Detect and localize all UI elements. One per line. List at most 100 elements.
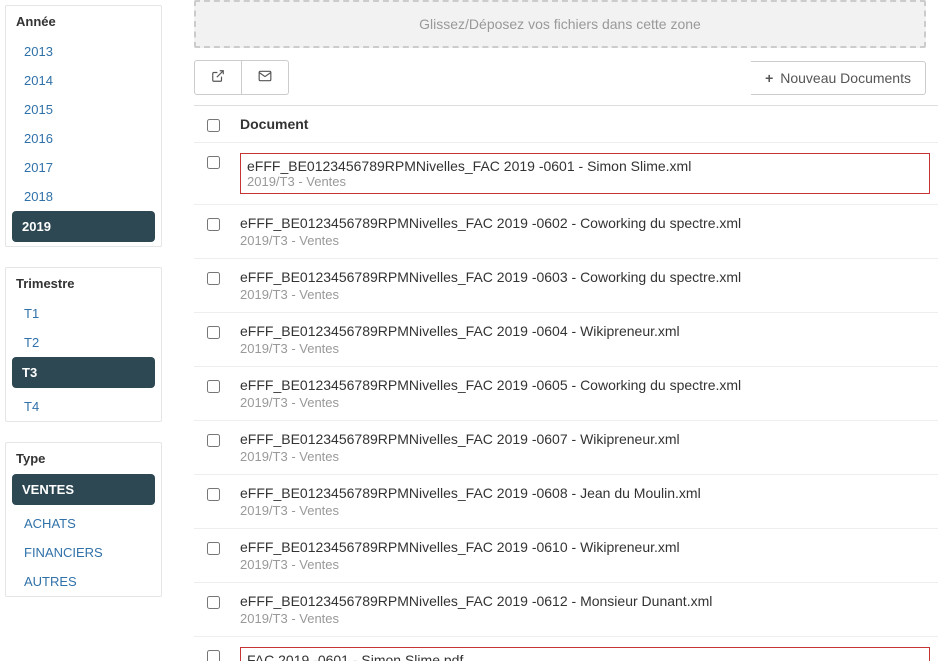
table-row[interactable]: FAC 2019 -0601 - Simon Slime.pdf2019/T3 … (194, 637, 938, 661)
filter-quarter-title: Trimestre (6, 268, 161, 299)
type-item-ventes[interactable]: VENTES (12, 474, 155, 505)
quarter-item-t2[interactable]: T2 (6, 328, 161, 357)
document-name: eFFF_BE0123456789RPMNivelles_FAC 2019 -0… (240, 269, 930, 285)
open-external-button[interactable] (194, 60, 242, 95)
row-checkbox-cell (202, 647, 224, 661)
year-item-2014[interactable]: 2014 (6, 66, 161, 95)
filter-year-group: Année 2013201420152016201720182019 (5, 5, 162, 247)
table-row[interactable]: eFFF_BE0123456789RPMNivelles_FAC 2019 -0… (194, 529, 938, 583)
document-name: eFFF_BE0123456789RPMNivelles_FAC 2019 -0… (240, 215, 930, 231)
row-checkbox[interactable] (207, 326, 220, 339)
quarter-item-t3[interactable]: T3 (12, 357, 155, 388)
toolbar-btn-group (194, 60, 289, 95)
document-name: eFFF_BE0123456789RPMNivelles_FAC 2019 -0… (240, 431, 930, 447)
document-meta: 2019/T3 - Ventes (247, 174, 923, 189)
new-document-button[interactable]: Nouveau Documents (751, 61, 926, 95)
row-checkbox-cell (202, 593, 224, 609)
document-cell: eFFF_BE0123456789RPMNivelles_FAC 2019 -0… (240, 153, 930, 194)
table-row[interactable]: eFFF_BE0123456789RPMNivelles_FAC 2019 -0… (194, 313, 938, 367)
document-name: eFFF_BE0123456789RPMNivelles_FAC 2019 -0… (240, 323, 930, 339)
document-meta: 2019/T3 - Ventes (240, 557, 930, 572)
row-checkbox[interactable] (207, 434, 220, 447)
row-checkbox[interactable] (207, 272, 220, 285)
document-cell: eFFF_BE0123456789RPMNivelles_FAC 2019 -0… (240, 323, 930, 356)
row-checkbox[interactable] (207, 650, 220, 661)
header-document-label: Document (240, 116, 930, 132)
document-meta: 2019/T3 - Ventes (240, 611, 930, 626)
document-name: FAC 2019 -0601 - Simon Slime.pdf (247, 652, 923, 661)
table-row[interactable]: eFFF_BE0123456789RPMNivelles_FAC 2019 -0… (194, 259, 938, 313)
table-row[interactable]: eFFF_BE0123456789RPMNivelles_FAC 2019 -0… (194, 205, 938, 259)
document-name: eFFF_BE0123456789RPMNivelles_FAC 2019 -0… (240, 593, 930, 609)
document-cell: eFFF_BE0123456789RPMNivelles_FAC 2019 -0… (240, 377, 930, 410)
document-cell: eFFF_BE0123456789RPMNivelles_FAC 2019 -0… (240, 269, 930, 302)
row-checkbox-cell (202, 377, 224, 393)
quarter-item-t1[interactable]: T1 (6, 299, 161, 328)
document-cell: FAC 2019 -0601 - Simon Slime.pdf2019/T3 … (240, 647, 930, 661)
row-checkbox[interactable] (207, 380, 220, 393)
table-row[interactable]: eFFF_BE0123456789RPMNivelles_FAC 2019 -0… (194, 475, 938, 529)
document-table[interactable]: Document eFFF_BE0123456789RPMNivelles_FA… (194, 105, 938, 661)
filter-year-title: Année (6, 6, 161, 37)
document-cell: eFFF_BE0123456789RPMNivelles_FAC 2019 -0… (240, 539, 930, 572)
row-checkbox[interactable] (207, 542, 220, 555)
document-meta: 2019/T3 - Ventes (240, 395, 930, 410)
toolbar: Nouveau Documents (194, 60, 926, 95)
year-item-2017[interactable]: 2017 (6, 153, 161, 182)
year-item-2018[interactable]: 2018 (6, 182, 161, 211)
new-document-label: Nouveau Documents (780, 70, 911, 86)
dropzone[interactable]: Glissez/Déposez vos fichiers dans cette … (194, 0, 926, 48)
filter-type-title: Type (6, 443, 161, 474)
row-checkbox-cell (202, 431, 224, 447)
document-name: eFFF_BE0123456789RPMNivelles_FAC 2019 -0… (240, 485, 930, 501)
document-cell: eFFF_BE0123456789RPMNivelles_FAC 2019 -0… (240, 485, 930, 518)
row-checkbox[interactable] (207, 218, 220, 231)
type-item-achats[interactable]: ACHATS (6, 509, 161, 538)
table-row[interactable]: eFFF_BE0123456789RPMNivelles_FAC 2019 -0… (194, 367, 938, 421)
document-cell: eFFF_BE0123456789RPMNivelles_FAC 2019 -0… (240, 431, 930, 464)
year-item-2015[interactable]: 2015 (6, 95, 161, 124)
table-row[interactable]: eFFF_BE0123456789RPMNivelles_FAC 2019 -0… (194, 143, 938, 205)
document-name: eFFF_BE0123456789RPMNivelles_FAC 2019 -0… (240, 539, 930, 555)
external-link-icon (211, 69, 225, 86)
year-item-2013[interactable]: 2013 (6, 37, 161, 66)
document-cell: eFFF_BE0123456789RPMNivelles_FAC 2019 -0… (240, 593, 930, 626)
highlighted-box: FAC 2019 -0601 - Simon Slime.pdf2019/T3 … (240, 647, 930, 661)
type-item-financiers[interactable]: FINANCIERS (6, 538, 161, 567)
table-row[interactable]: eFFF_BE0123456789RPMNivelles_FAC 2019 -0… (194, 421, 938, 475)
dropzone-text: Glissez/Déposez vos fichiers dans cette … (419, 16, 701, 32)
table-row[interactable]: eFFF_BE0123456789RPMNivelles_FAC 2019 -0… (194, 583, 938, 637)
row-checkbox-cell (202, 153, 224, 169)
row-checkbox[interactable] (207, 488, 220, 501)
year-item-2019[interactable]: 2019 (12, 211, 155, 242)
header-checkbox-cell (202, 116, 224, 132)
mail-button[interactable] (242, 60, 289, 95)
row-checkbox-cell (202, 485, 224, 501)
plus-icon (765, 70, 775, 86)
envelope-icon (258, 69, 272, 86)
highlighted-box: eFFF_BE0123456789RPMNivelles_FAC 2019 -0… (240, 153, 930, 194)
row-checkbox[interactable] (207, 596, 220, 609)
row-checkbox-cell (202, 323, 224, 339)
document-meta: 2019/T3 - Ventes (240, 449, 930, 464)
main-content: Glissez/Déposez vos fichiers dans cette … (172, 0, 948, 661)
sidebar: Année 2013201420152016201720182019 Trime… (0, 0, 172, 661)
quarter-item-t4[interactable]: T4 (6, 392, 161, 421)
row-checkbox-cell (202, 269, 224, 285)
document-cell: eFFF_BE0123456789RPMNivelles_FAC 2019 -0… (240, 215, 930, 248)
type-item-autres[interactable]: AUTRES (6, 567, 161, 596)
document-meta: 2019/T3 - Ventes (240, 503, 930, 518)
row-checkbox-cell (202, 539, 224, 555)
document-meta: 2019/T3 - Ventes (240, 233, 930, 248)
document-meta: 2019/T3 - Ventes (240, 287, 930, 302)
row-checkbox-cell (202, 215, 224, 231)
document-meta: 2019/T3 - Ventes (240, 341, 930, 356)
table-header-row: Document (194, 106, 938, 143)
row-checkbox[interactable] (207, 156, 220, 169)
select-all-checkbox[interactable] (207, 119, 220, 132)
filter-quarter-group: Trimestre T1T2T3 T4 (5, 267, 162, 422)
document-name: eFFF_BE0123456789RPMNivelles_FAC 2019 -0… (240, 377, 930, 393)
year-item-2016[interactable]: 2016 (6, 124, 161, 153)
filter-type-group: Type VENTES ACHATSFINANCIERSAUTRES (5, 442, 162, 597)
document-name: eFFF_BE0123456789RPMNivelles_FAC 2019 -0… (247, 158, 923, 174)
